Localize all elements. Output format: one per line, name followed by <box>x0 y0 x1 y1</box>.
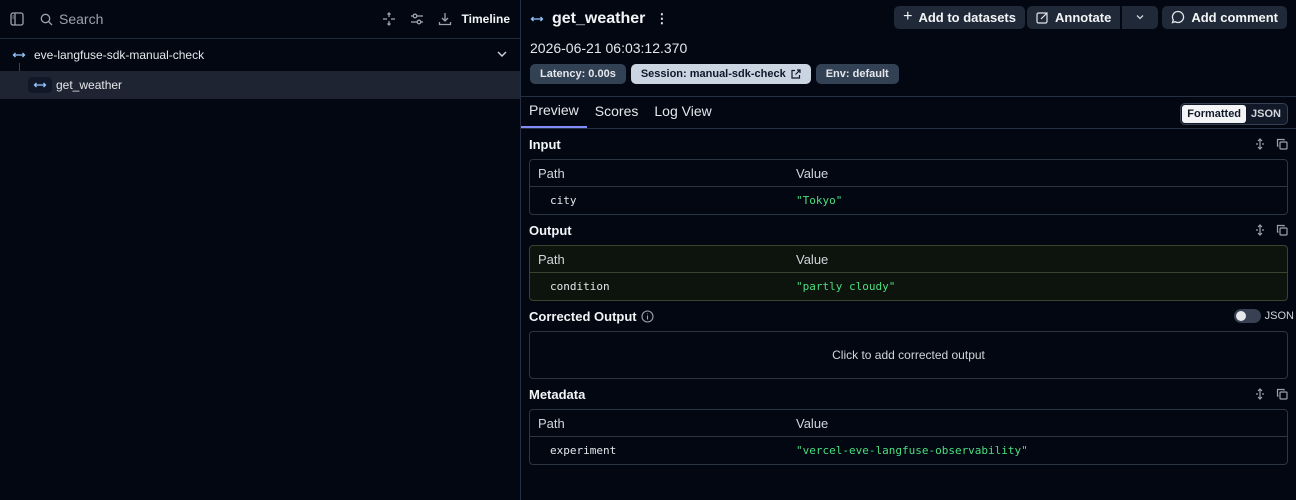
trace-child-name: get_weather <box>56 78 123 92</box>
copy-icon[interactable] <box>1276 388 1288 400</box>
table-row: condition "partly cloudy" <box>530 273 1287 300</box>
download-icon[interactable] <box>438 12 452 26</box>
search-placeholder: Search <box>59 11 104 27</box>
row-value: "partly cloudy" <box>796 280 896 293</box>
view-mode-toggle: Formatted JSON <box>1180 103 1288 125</box>
span-arrow-icon <box>530 14 544 24</box>
add-to-datasets-label: Add to datasets <box>918 9 1016 25</box>
path-header: Path <box>538 251 565 267</box>
toggle-switch[interactable] <box>1233 309 1261 323</box>
input-section: Input Path Value city "Tokyo" <box>521 129 1296 215</box>
row-path: city <box>550 194 577 207</box>
metadata-title: Metadata <box>529 386 586 402</box>
trace-root-name: eve-langfuse-sdk-manual-check <box>34 48 205 62</box>
table-header: Path Value <box>530 246 1287 273</box>
annotate-button[interactable]: Annotate <box>1026 5 1121 29</box>
timeline-button[interactable]: Timeline <box>462 12 510 26</box>
table-header: Path Value <box>530 160 1287 187</box>
row-value: "Tokyo" <box>796 194 843 207</box>
env-label: Env: default <box>825 68 889 80</box>
expand-icon[interactable] <box>1254 224 1266 236</box>
search-icon <box>40 13 53 26</box>
trace-root-row[interactable]: eve-langfuse-sdk-manual-check <box>0 39 520 71</box>
chevron-down-icon[interactable] <box>496 48 508 60</box>
input-title: Input <box>529 136 561 152</box>
latency-label: Latency: 0.00s <box>540 68 616 80</box>
tab-scores[interactable]: Scores <box>587 103 647 128</box>
value-header: Value <box>796 165 829 181</box>
table-row: city "Tokyo" <box>530 187 1287 214</box>
table-row: experiment "vercel-eve-langfuse-observab… <box>530 437 1287 464</box>
output-title: Output <box>529 222 572 238</box>
add-to-datasets-button[interactable]: + Add to datasets <box>894 5 1025 29</box>
crosshair-icon[interactable] <box>382 12 396 26</box>
span-arrow-icon <box>12 50 26 60</box>
corrected-output-placeholder: Click to add corrected output <box>832 348 985 362</box>
sidebar-toolbar: Search Timeline <box>0 0 520 39</box>
corrected-output-section: Corrected Output JSON Click to add corre… <box>521 301 1296 379</box>
timestamp: 2026-06-21 06:03:12.370 <box>530 40 688 56</box>
value-header: Value <box>796 415 829 431</box>
info-icon[interactable] <box>641 309 654 323</box>
plus-icon: + <box>903 8 913 25</box>
span-arrow-icon <box>28 77 52 93</box>
json-toggle[interactable]: JSON <box>1246 105 1286 123</box>
output-table: Path Value condition "partly cloudy" <box>529 245 1288 301</box>
output-section: Output Path Value condition "partly clou… <box>521 215 1296 301</box>
tab-preview[interactable]: Preview <box>521 102 587 128</box>
expand-icon[interactable] <box>1254 138 1266 150</box>
detail-tabs: Preview Scores Log View Formatted JSON <box>521 97 1296 129</box>
settings-sliders-icon[interactable] <box>410 12 424 26</box>
page-title: get_weather <box>552 10 646 27</box>
corrected-output-heading: Corrected Output <box>529 309 654 324</box>
json-switch-label: JSON <box>1264 310 1294 322</box>
copy-icon[interactable] <box>1276 224 1288 236</box>
annotate-label: Annotate <box>1054 9 1112 25</box>
row-path: experiment <box>550 444 617 457</box>
row-value: "vercel-eve-langfuse-observability" <box>796 444 1028 457</box>
value-header: Value <box>796 251 829 267</box>
latency-badge: Latency: 0.00s <box>530 64 626 84</box>
path-header: Path <box>538 165 565 181</box>
json-switch[interactable]: JSON <box>1233 309 1294 323</box>
metadata-section: Metadata Path Value experiment "vercel-e… <box>521 379 1296 465</box>
row-path: condition <box>550 280 610 293</box>
detail-header: get_weather ⋮ + Add to datasets Annotate <box>521 0 1296 97</box>
comment-icon <box>1171 10 1185 24</box>
formatted-toggle[interactable]: Formatted <box>1182 105 1247 123</box>
search-field[interactable]: Search <box>40 11 103 27</box>
external-link-icon <box>791 69 801 79</box>
trace-child-row[interactable]: get_weather <box>0 71 520 99</box>
detail-panel: get_weather ⋮ + Add to datasets Annotate <box>521 0 1296 500</box>
path-header: Path <box>538 415 565 431</box>
edit-icon <box>1036 11 1049 24</box>
expand-icon[interactable] <box>1254 388 1266 400</box>
corrected-output-input[interactable]: Click to add corrected output <box>529 331 1288 379</box>
session-badge[interactable]: Session: manual-sdk-check <box>630 64 811 84</box>
add-comment-label: Add comment <box>1191 9 1278 25</box>
add-comment-button[interactable]: Add comment <box>1162 5 1287 29</box>
copy-icon[interactable] <box>1276 138 1288 150</box>
corrected-output-title: Corrected Output <box>529 308 637 324</box>
input-table: Path Value city "Tokyo" <box>529 159 1288 215</box>
more-options-icon[interactable]: ⋮ <box>655 11 668 27</box>
tab-log-view[interactable]: Log View <box>646 103 719 128</box>
env-badge: Env: default <box>815 64 899 84</box>
session-label: Session: manual-sdk-check <box>640 68 786 80</box>
table-header: Path Value <box>530 410 1287 437</box>
annotate-dropdown-button[interactable] <box>1122 5 1159 29</box>
trace-sidebar: Search Timeline eve-langfuse-sdk-manual-… <box>0 0 521 500</box>
chevron-down-icon <box>1135 12 1145 22</box>
metadata-table: Path Value experiment "vercel-eve-langfu… <box>529 409 1288 465</box>
sidebar-toggle-icon[interactable] <box>10 12 24 26</box>
